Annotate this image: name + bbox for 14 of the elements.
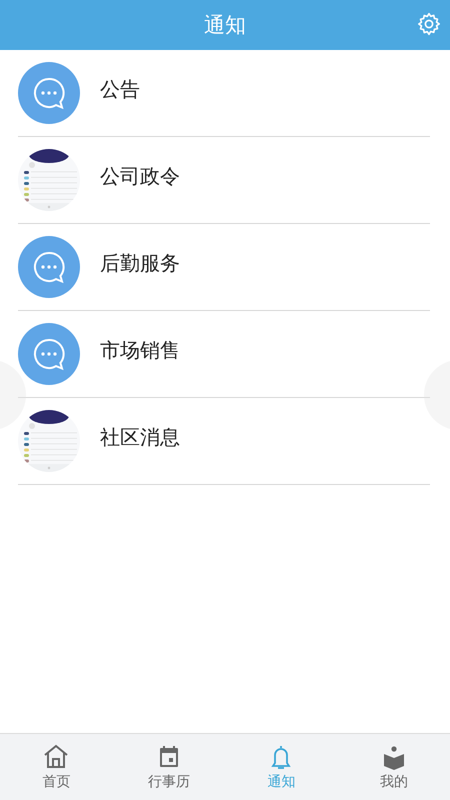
header-title: 通知: [204, 12, 246, 39]
chat-bubble-icon: [18, 236, 80, 298]
list-item[interactable]: 公告: [18, 50, 430, 137]
list-item[interactable]: 社区消息: [18, 398, 430, 485]
list-item[interactable]: 公司政令: [18, 137, 430, 224]
chat-bubble-icon: [18, 62, 80, 124]
tab[interactable]: 行事历: [112, 734, 225, 800]
chat-bubble-icon: [18, 323, 80, 385]
tab[interactable]: 我的: [338, 734, 450, 800]
tab[interactable]: 首页: [0, 734, 112, 800]
home-icon: [42, 743, 70, 771]
settings-icon[interactable]: [416, 11, 442, 37]
list-item[interactable]: 后勤服务: [18, 224, 430, 311]
list-item[interactable]: 市场销售: [18, 311, 430, 398]
